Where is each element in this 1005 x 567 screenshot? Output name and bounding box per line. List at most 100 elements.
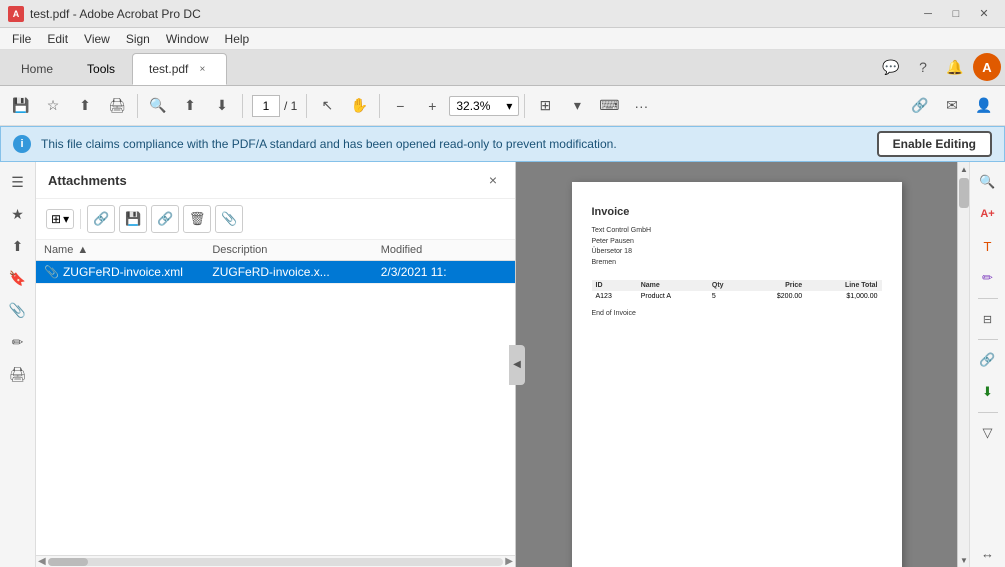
title-bar: A test.pdf - Adobe Acrobat Pro DC ─ □ ✕ <box>0 0 1005 28</box>
row-icon: 📎 <box>44 265 59 279</box>
zoom-out-btn[interactable]: − <box>385 91 415 121</box>
marquee-button[interactable]: ⊞ <box>530 91 560 121</box>
nav-up-button[interactable]: ⬆ <box>175 91 205 121</box>
tab-tools[interactable]: Tools <box>70 53 132 85</box>
right-sb-pdf-btn[interactable]: A+ <box>974 200 1002 228</box>
dropdown-arrow-icon: ▾ <box>63 212 69 226</box>
attach-paperclip-btn[interactable]: 📎 <box>215 205 243 233</box>
panel-close-button[interactable]: × <box>483 170 503 190</box>
scroll-track[interactable] <box>48 558 504 566</box>
title-bar-left: A test.pdf - Adobe Acrobat Pro DC <box>8 6 201 22</box>
panel-collapse-arrow[interactable]: ◀ <box>509 345 525 385</box>
row-id: A123 <box>592 291 637 302</box>
scroll-thumb <box>48 558 88 566</box>
cursor-tool-button[interactable]: ↖ <box>312 91 342 121</box>
info-bar: i This file claims compliance with the P… <box>0 126 1005 162</box>
page-control: / 1 <box>248 95 301 117</box>
link-button[interactable]: 🔗 <box>905 91 935 121</box>
hand-tool-button[interactable]: ✋ <box>344 91 374 121</box>
left-sidebar: ☰ ★ ⬆ 🔖 📎 ✏ 🖨 <box>0 162 36 567</box>
scroll-track-v[interactable] <box>958 176 969 553</box>
menu-file[interactable]: File <box>4 30 39 48</box>
page-input[interactable] <box>252 95 280 117</box>
pdf-page: Invoice Text Control GmbH Peter Pausen Ü… <box>572 182 902 567</box>
marquee-dropdown-button[interactable]: ▾ <box>562 91 592 121</box>
more-button[interactable]: ··· <box>626 91 656 121</box>
right-sb-comment-btn[interactable]: T <box>974 232 1002 260</box>
info-icon: i <box>13 135 31 153</box>
th-id: ID <box>592 280 637 291</box>
col-name-header[interactable]: Name ▲ <box>44 244 212 256</box>
tab-pdf[interactable]: test.pdf × <box>132 53 227 85</box>
menu-window[interactable]: Window <box>158 30 217 48</box>
menu-view[interactable]: View <box>76 30 118 48</box>
title-bar-text: test.pdf - Adobe Acrobat Pro DC <box>30 7 201 21</box>
notifications-button[interactable]: 🔔 <box>941 53 969 81</box>
right-sb-search-btn[interactable]: 🔍 <box>974 168 1002 196</box>
menu-sign[interactable]: Sign <box>118 30 158 48</box>
left-sb-print-btn[interactable]: 🖨 <box>4 360 32 388</box>
left-sb-attach-btn[interactable]: 📎 <box>4 296 32 324</box>
left-sb-bookmark-btn[interactable]: 🔖 <box>4 264 32 292</box>
right-sidebar: 🔍 A+ T ✏ ⊟ 🔗 ⬇ ▽ ↔ <box>969 162 1005 567</box>
help-button[interactable]: ? <box>909 53 937 81</box>
row-modified: 2/3/2021 11: <box>381 265 507 279</box>
upload-button[interactable]: ⬆ <box>70 91 100 121</box>
panel-scroll[interactable]: ◀ ▶ <box>36 555 515 567</box>
table-row[interactable]: 📎 ZUGFeRD-invoice.xml ZUGFeRD-invoice.x.… <box>36 261 515 284</box>
left-sb-upload-btn[interactable]: ⬆ <box>4 232 32 260</box>
user-button[interactable]: A <box>973 53 1001 81</box>
attach-link-btn[interactable]: 🔗 <box>151 205 179 233</box>
zoom-in-btn[interactable]: + <box>417 91 447 121</box>
save-button[interactable]: 💾 <box>6 91 36 121</box>
enable-editing-button[interactable]: Enable Editing <box>877 131 992 157</box>
attach-delete-btn[interactable]: 🗑 <box>183 205 211 233</box>
scroll-right-arrow[interactable]: ▶ <box>505 556 513 567</box>
left-sb-star-btn[interactable]: ★ <box>4 200 32 228</box>
page-separator: / 1 <box>284 99 297 113</box>
attach-add-btn[interactable]: 🔗 <box>87 205 115 233</box>
email-button[interactable]: ✉ <box>937 91 967 121</box>
chat-button[interactable]: 💬 <box>877 53 905 81</box>
dropdown-icon: ⊞ <box>51 212 61 226</box>
vert-scroll[interactable]: ▲ ▼ <box>957 162 969 567</box>
bookmark-button[interactable]: ☆ <box>38 91 68 121</box>
minimize-button[interactable]: ─ <box>915 4 941 24</box>
col-mod-header[interactable]: Modified <box>381 244 507 256</box>
tab-close-icon[interactable]: × <box>194 61 210 77</box>
col-desc-header[interactable]: Description <box>212 244 380 256</box>
keyboard-button[interactable]: ⌨ <box>594 91 624 121</box>
th-name: Name <box>637 280 708 291</box>
tab-home[interactable]: Home <box>4 53 70 85</box>
maximize-button[interactable]: □ <box>943 4 969 24</box>
right-sb-fill-btn[interactable]: ⊟ <box>974 305 1002 333</box>
row-price: $200.00 <box>744 291 806 302</box>
right-sb-collapse-btn[interactable]: ▽ <box>974 419 1002 447</box>
city: Bremen <box>592 259 617 266</box>
print-button[interactable]: 🖨 <box>102 91 132 121</box>
toolbar-sep-3 <box>306 94 307 118</box>
zoom-control[interactable]: 32.3% ▾ <box>449 96 519 116</box>
info-message: This file claims compliance with the PDF… <box>41 137 867 151</box>
menu-help[interactable]: Help <box>217 30 258 48</box>
app-icon: A <box>8 6 24 22</box>
row-linetotal: $1,000.00 <box>806 291 881 302</box>
left-sb-edit-btn[interactable]: ✏ <box>4 328 32 356</box>
add-user-button[interactable]: 👤 <box>969 91 999 121</box>
close-button[interactable]: ✕ <box>971 4 997 24</box>
right-sb-expand-btn[interactable]: ↔ <box>974 539 1002 567</box>
panel-tb-dropdown[interactable]: ⊞ ▾ <box>46 209 74 229</box>
left-sb-home-btn[interactable]: ☰ <box>4 168 32 196</box>
menu-edit[interactable]: Edit <box>39 30 76 48</box>
attach-save-btn[interactable]: 💾 <box>119 205 147 233</box>
tab-tools-label: Tools <box>87 62 115 76</box>
invoice-footer: End of Invoice <box>592 310 882 317</box>
right-sb-sep-3 <box>978 412 998 413</box>
zoom-out-button[interactable]: 🔍 <box>143 91 173 121</box>
right-sb-link-btn[interactable]: 🔗 <box>974 346 1002 374</box>
nav-down-button[interactable]: ⬇ <box>207 91 237 121</box>
right-sb-edit-btn[interactable]: ✏ <box>974 264 1002 292</box>
invoice-table: ID Name Qty Price Line Total A123 Produc… <box>592 280 882 302</box>
right-sb-dl-btn[interactable]: ⬇ <box>974 378 1002 406</box>
scroll-left-arrow[interactable]: ◀ <box>38 556 46 567</box>
